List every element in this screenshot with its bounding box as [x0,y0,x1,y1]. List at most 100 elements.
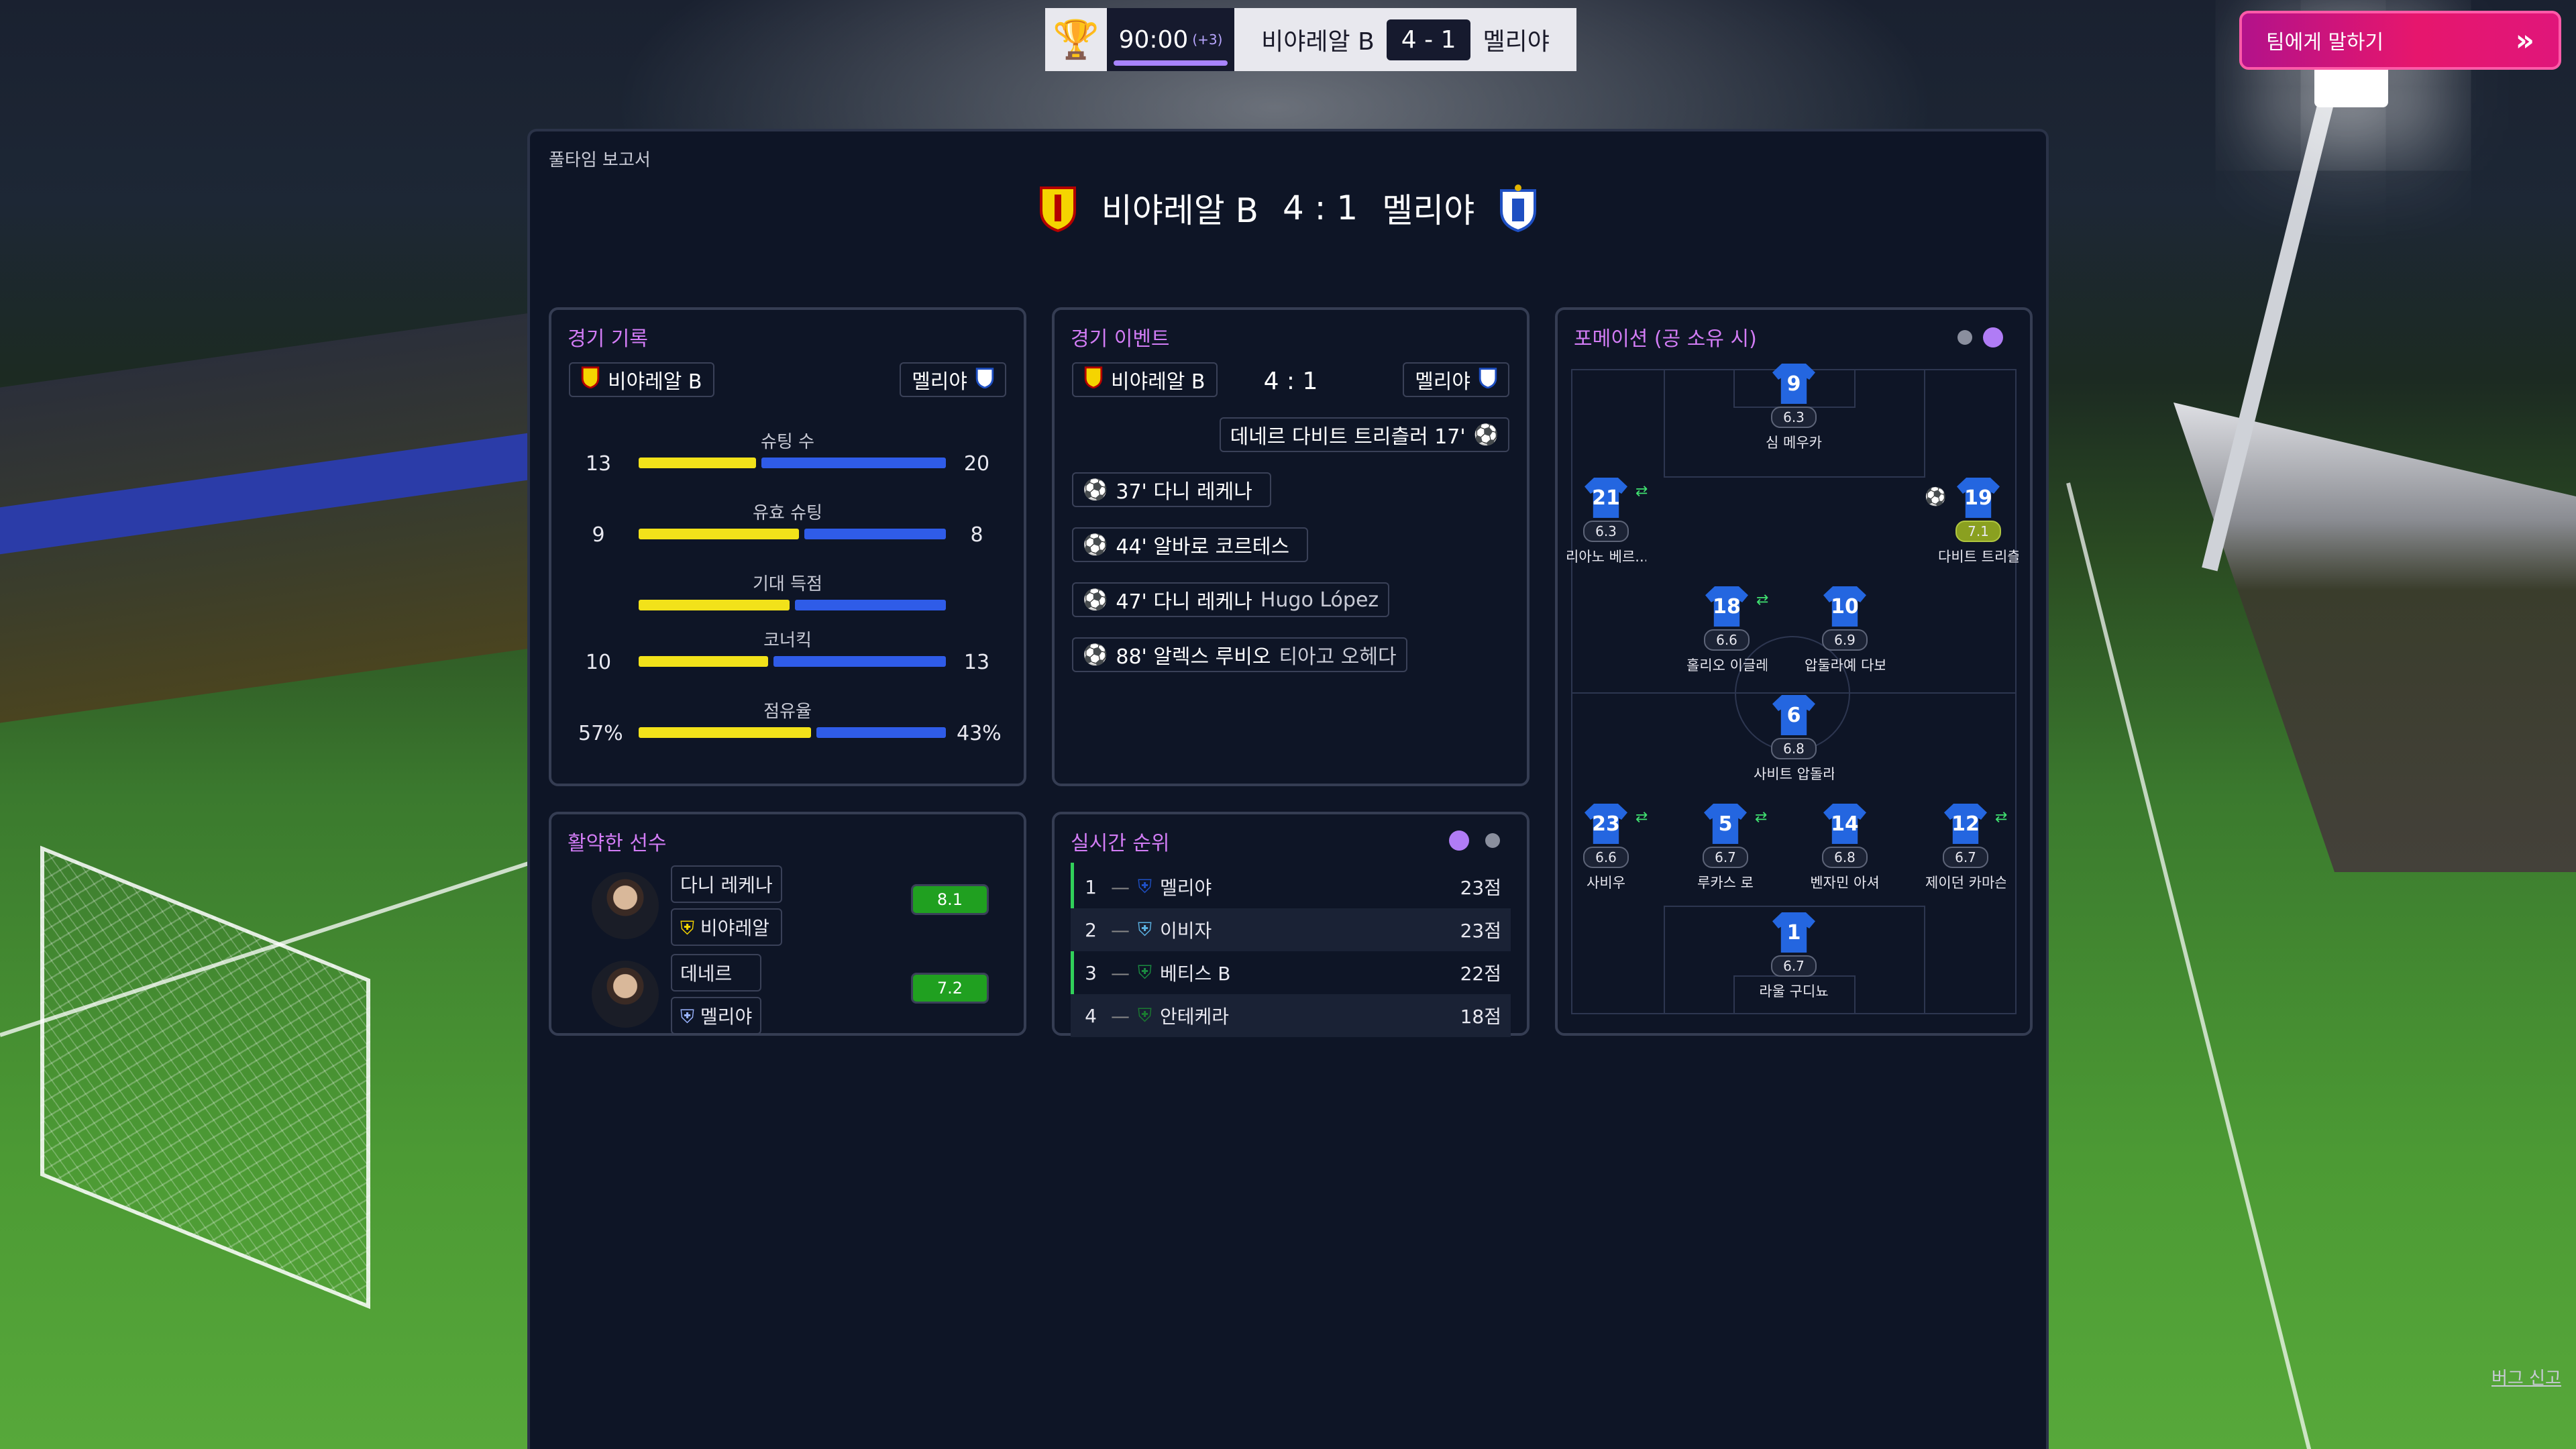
formation-view-dot-1[interactable] [1957,330,1972,345]
stat-home-value: 10 [585,651,612,674]
formation-player[interactable]: 6 6.8 사비트 압돌라이 [1754,695,1834,784]
match-events-card: 경기 이벤트 비야레알 B 4 : 1 멜리야 데네르 다비트 트리츨러 17'… [1052,307,1529,786]
bug-report-link[interactable]: 버그 신고 [2491,1364,2561,1389]
club-crest-icon: ⛨ [1138,875,1152,898]
player-name: 다비트 트리츨러 [1938,549,2019,565]
away-team-pill: 멜리야 [900,362,1006,397]
talk-to-team-label: 팀에게 말하기 [2266,31,2384,54]
shirt-icon: 19 [1957,478,2000,518]
events-away-label: 멜리야 [1415,370,1470,394]
table-view-dot-1[interactable] [1449,830,1469,851]
stat-home-bar [639,656,768,667]
stat-home-value: 9 [592,523,605,547]
player-team-name: 비야레알 [700,917,769,939]
table-row[interactable]: 4 — ⛨ 안테케라 18점 [1071,994,1511,1037]
player-name: 데네르 [671,954,762,991]
stat-away-bar [761,458,946,468]
ball-icon: ⚽ [1925,487,1947,507]
table-team: 멜리야 [1160,877,1212,899]
home-team-name: 비야레알 B [1261,28,1375,56]
player-name: 제이던 카마슨 [1925,875,2006,891]
table-view-dot-2[interactable] [1485,833,1500,848]
substitution-icon: ⇄ [1995,809,2008,826]
goal-text: 44' 알바로 코르테스 [1116,535,1290,559]
formation-player[interactable]: 21 6.3 리아노 베르... [1566,478,1646,566]
stat-home-value: 57% [578,722,623,745]
formation-pitch: 9 6.3 심 메우카 21 6.3 리아노 베르... ⇄ 19 7.1 다비트 트리츨러 ⚽ 18… [1566,364,2019,1014]
shirt-number: 21 [1592,486,1620,510]
substitution-icon: ⇄ [1755,809,1768,826]
player-rating: 6.7 [1771,955,1817,977]
player-rating: 6.9 [1822,629,1868,651]
talk-to-team-button[interactable]: 팀에게 말하기 » [2239,11,2561,70]
live-table-card: 실시간 순위 1 — ⛨ 멜리야 23점 2 — ⛨ 이비자 23점 3 — ⛨ 베티스 B 22점 4 — ⛨ 안… [1052,812,1529,1037]
table-row[interactable]: 1 — ⛨ 멜리야 23점 [1071,865,1511,908]
header-home-team: 비야레알 B [1101,191,1258,230]
formation-player[interactable]: 19 7.1 다비트 트리츨러 [1938,478,2019,566]
match-stats-card: 경기 기록 비야레알 B 멜리야 슈팅 수 13 20 유효 슈팅 9 8 기대 득점 코너킥… [549,307,1026,786]
stat-away-bar [773,656,946,667]
ball-icon: ⚽ [1083,533,1108,557]
player-rating: 7.1 [1955,521,2001,542]
shirt-icon: 14 [1823,804,1866,844]
ball-icon: ⚽ [1083,478,1108,502]
live-table-title: 실시간 순위 [1071,832,1170,855]
formation-player[interactable]: 1 6.7 라울 구디뇨 [1754,912,1834,1001]
player-rating: 6.3 [1583,521,1629,542]
ball-icon: ⚽ [1083,643,1108,667]
table-position: 1 [1085,875,1097,898]
table-points: 22점 [1460,963,1501,985]
goal-text: 88' 알렉스 루비오 [1116,645,1271,669]
player-name: 다니 레케나 [671,865,782,903]
player-name: 리아노 베르... [1566,549,1646,565]
shirt-number: 12 [1951,812,1980,836]
stat-away-bar [816,727,946,738]
stat-away-value: 13 [963,651,990,674]
player-rating: 6.8 [1822,847,1868,868]
shirt-icon: 12 [1944,804,1987,844]
best-player-row[interactable]: 데네르 ⛨ 멜리야 [592,954,762,1034]
player-info: 다니 레케나 ⛨ 비야레알 [671,865,782,946]
formation-title: 포메이션 (공 소유 시) [1574,327,1757,351]
formation-player[interactable]: 5 6.7 루카스 로 [1685,804,1766,892]
player-rating: 7.2 [911,973,989,1004]
player-name: 벤자민 아셔 [1810,875,1880,891]
home-goal-event: ⚽ 47' 다니 레케나 Hugo López [1072,582,1390,617]
formation-player[interactable]: 10 6.9 압둘라예 다보 [1805,586,1885,675]
match-header: 비야레알 B 4 : 1 멜리야 [530,184,2046,232]
table-row[interactable]: 2 — ⛨ 이비자 23점 [1071,908,1511,951]
double-chevron-right-icon: » [2515,23,2534,58]
best-players-title: 활약한 선수 [568,832,667,855]
player-rating: 6.7 [1943,847,1988,868]
club-crest-icon: ⛨ [1138,961,1152,983]
shirt-number: 14 [1831,812,1859,836]
formation-player[interactable]: 12 6.7 제이던 카마슨 [1925,804,2006,892]
club-crest-icon: ⛨ [1138,1004,1152,1026]
away-team-name: 멜리야 [1483,28,1550,56]
formation-player[interactable]: 14 6.8 벤자민 아셔 [1805,804,1885,892]
match-events-title: 경기 이벤트 [1071,327,1170,351]
formation-player[interactable]: 9 6.3 심 메우카 [1754,364,1834,452]
shirt-number: 9 [1786,372,1801,396]
clock-time: 90:00 [1118,25,1189,54]
table-row[interactable]: 3 — ⛨ 베티스 B 22점 [1071,951,1511,994]
time-progress-bar [1114,60,1228,66]
table-team: 베티스 B [1160,963,1231,985]
assist-text: Hugo López [1260,588,1379,612]
player-name: 홀리오 이글레... [1686,657,1767,674]
stat-label: 점유율 [763,702,812,722]
player-avatar [592,961,659,1028]
away-goal-text: 데네르 다비트 트리츨러 17' [1230,425,1466,449]
header-score: 4 : 1 [1282,189,1358,227]
stat-away-bar [804,529,946,539]
formation-view-dot-2[interactable] [1983,327,2003,347]
formation-player[interactable]: 23 6.6 사비우 [1566,804,1646,892]
shirt-number: 18 [1713,594,1741,619]
formation-player[interactable]: 18 6.6 홀리오 이글레... [1686,586,1767,675]
player-name: 사비트 압돌라이 [1754,766,1834,782]
position-change-icon: — [1111,961,1130,984]
goal-text: 37' 다니 레케나 [1116,480,1252,504]
ball-icon: ⚽ [1083,588,1108,612]
best-player-row[interactable]: 다니 레케나 ⛨ 비야레알 [592,865,782,946]
position-change-icon: — [1111,1004,1130,1027]
